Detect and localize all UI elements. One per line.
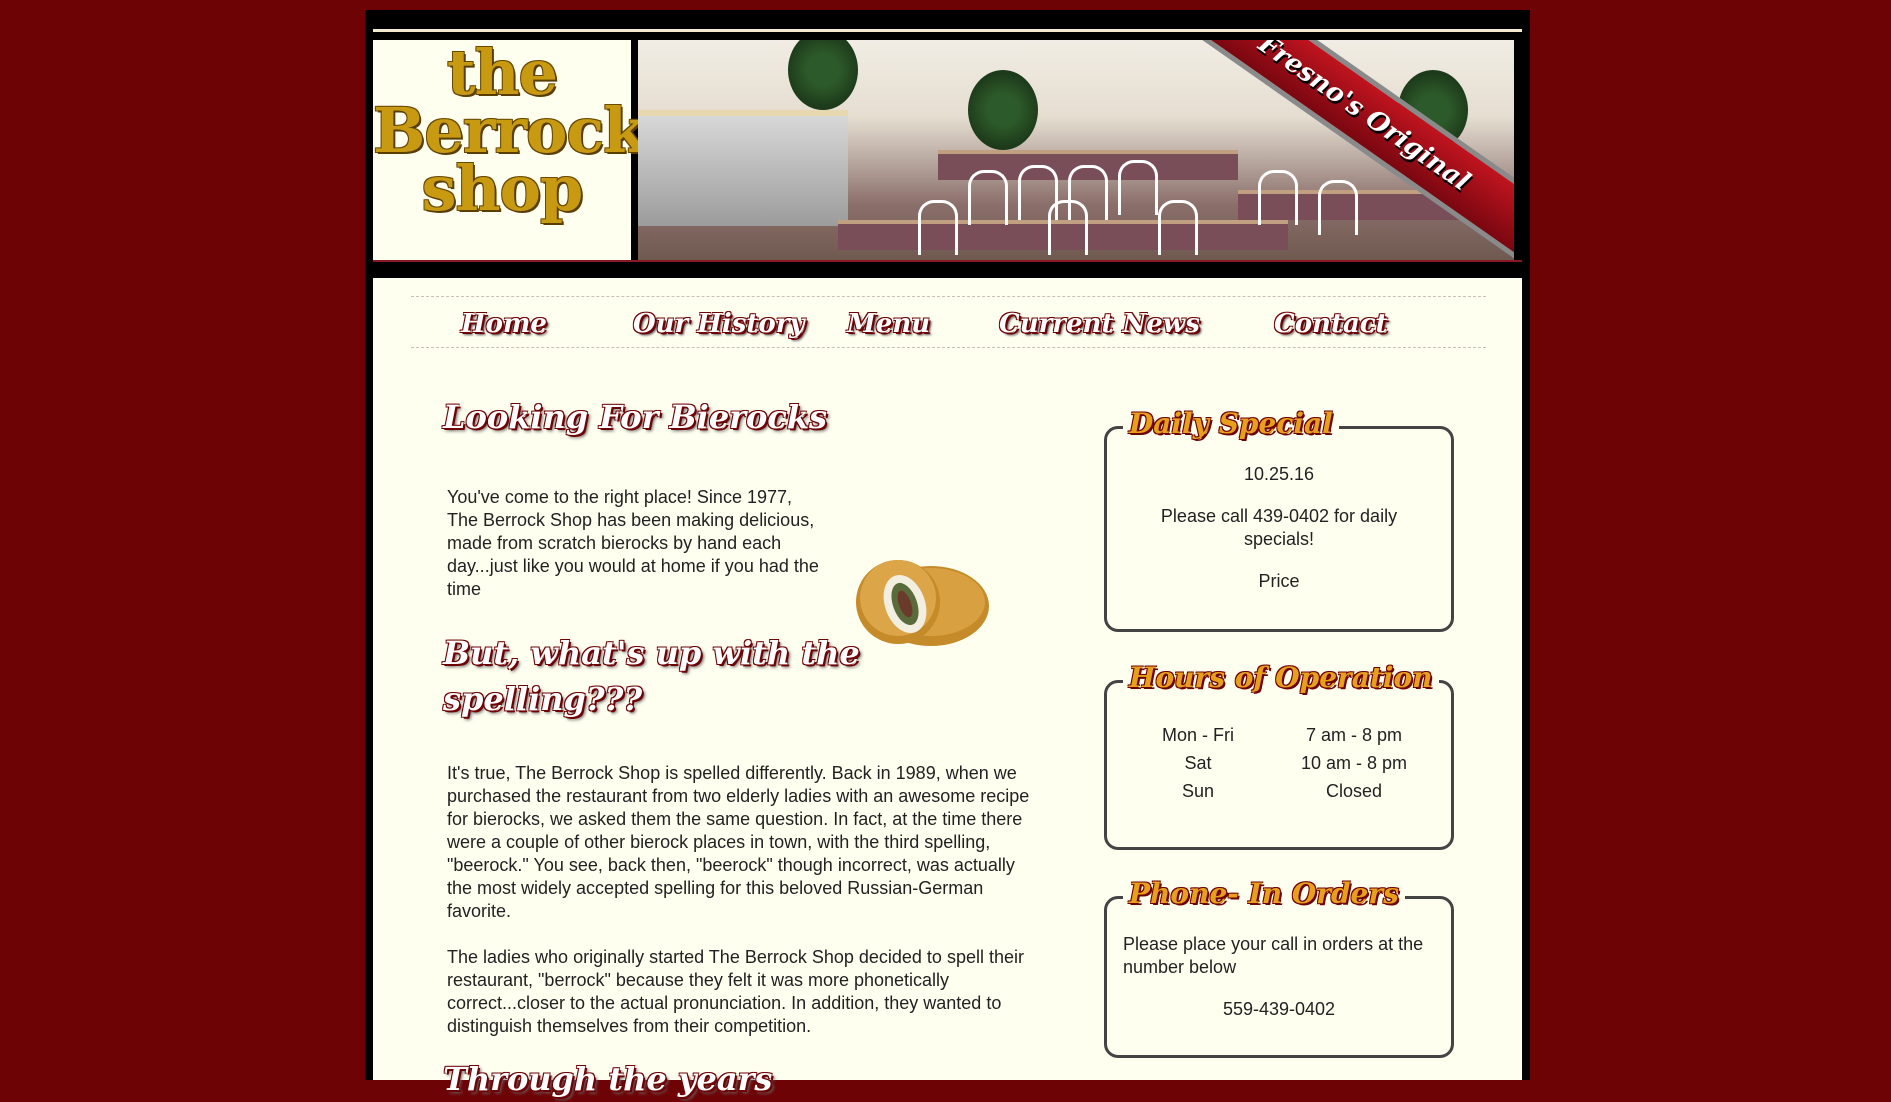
hours-table: Mon - Fri 7 am - 8 pm Sat 10 am - 8 pm S… <box>1117 721 1451 805</box>
chair-image <box>1048 200 1088 255</box>
ladies-paragraph: The ladies who originally started The Be… <box>447 947 1024 1036</box>
phone-orders-text: Please place your call in orders at the … <box>1123 934 1424 977</box>
nav-contact[interactable]: Contact <box>1274 309 1388 339</box>
banner-divider <box>373 260 1522 268</box>
hours-day: Sun <box>1181 781 1215 801</box>
logo[interactable]: the Berrock shop <box>373 40 646 260</box>
spelling-paragraph: It's true, The Berrock Shop is spelled d… <box>447 763 1030 921</box>
nav-home[interactable]: Home <box>461 309 547 339</box>
top-divider <box>373 29 1522 32</box>
nav-our-history[interactable]: Our History <box>633 309 805 339</box>
chair-image <box>1158 200 1198 255</box>
main-nav: Home Our History Menu Current News Conta… <box>411 296 1486 348</box>
hours-row: Mon - Fri 7 am - 8 pm <box>1117 721 1451 749</box>
logo-line-3: shop <box>421 152 584 225</box>
hours-time: 10 am - 8 pm <box>1300 753 1408 773</box>
daily-special-title: Daily Special <box>1123 407 1339 440</box>
chair-image <box>1118 160 1158 215</box>
restaurant-photo: Fresno's Original <box>638 40 1514 260</box>
page-frame: the Berrock shop Fresno's Original Home … <box>365 10 1530 1098</box>
nav-menu[interactable]: Menu <box>847 309 930 339</box>
main-content: Home Our History Menu Current News Conta… <box>373 278 1522 1098</box>
hours-time: Closed <box>1325 781 1383 801</box>
phone-orders-box: Phone- In Orders Please place your call … <box>1104 877 1454 1058</box>
hours-time: 7 am - 8 pm <box>1305 725 1403 745</box>
hours-box: Hours of Operation Mon - Fri 7 am - 8 pm… <box>1104 661 1454 850</box>
display-case <box>638 110 848 226</box>
hours-day: Sat <box>1184 753 1212 773</box>
hours-day: Mon - Fri <box>1162 725 1234 745</box>
phone-orders-title: Phone- In Orders <box>1123 877 1405 910</box>
heading-through-the-years: Through the years <box>443 1060 773 1098</box>
nav-current-news[interactable]: Current News <box>999 309 1200 339</box>
special-date: 10.25.16 <box>1243 464 1315 484</box>
chair-image <box>1258 170 1298 225</box>
bierock-image <box>856 560 989 646</box>
logo-text: the Berrock shop <box>373 42 646 225</box>
special-price: Price <box>1258 571 1300 591</box>
chair-image <box>1318 180 1358 235</box>
phone-number[interactable]: 559-439-0402 <box>1107 998 1451 1021</box>
heading-looking-for-bierocks: Looking For Bierocks <box>443 398 828 436</box>
chair-image <box>968 170 1008 225</box>
daily-special-box: Daily Special 10.25.16 Please call 439-0… <box>1104 407 1454 632</box>
hours-row: Sat 10 am - 8 pm <box>1117 749 1451 777</box>
special-text: Please call 439-0402 for daily specials! <box>1160 506 1398 549</box>
heading-spelling: But, what's up with the spelling??? <box>443 634 860 718</box>
hours-title: Hours of Operation <box>1123 661 1439 694</box>
chair-image <box>918 200 958 255</box>
hours-row: Sun Closed <box>1117 777 1451 805</box>
plant-image <box>788 40 858 110</box>
header-banner: the Berrock shop Fresno's Original <box>373 40 1522 262</box>
plant-image <box>968 70 1038 150</box>
intro-paragraph: You've come to the right place! Since 19… <box>447 487 819 599</box>
